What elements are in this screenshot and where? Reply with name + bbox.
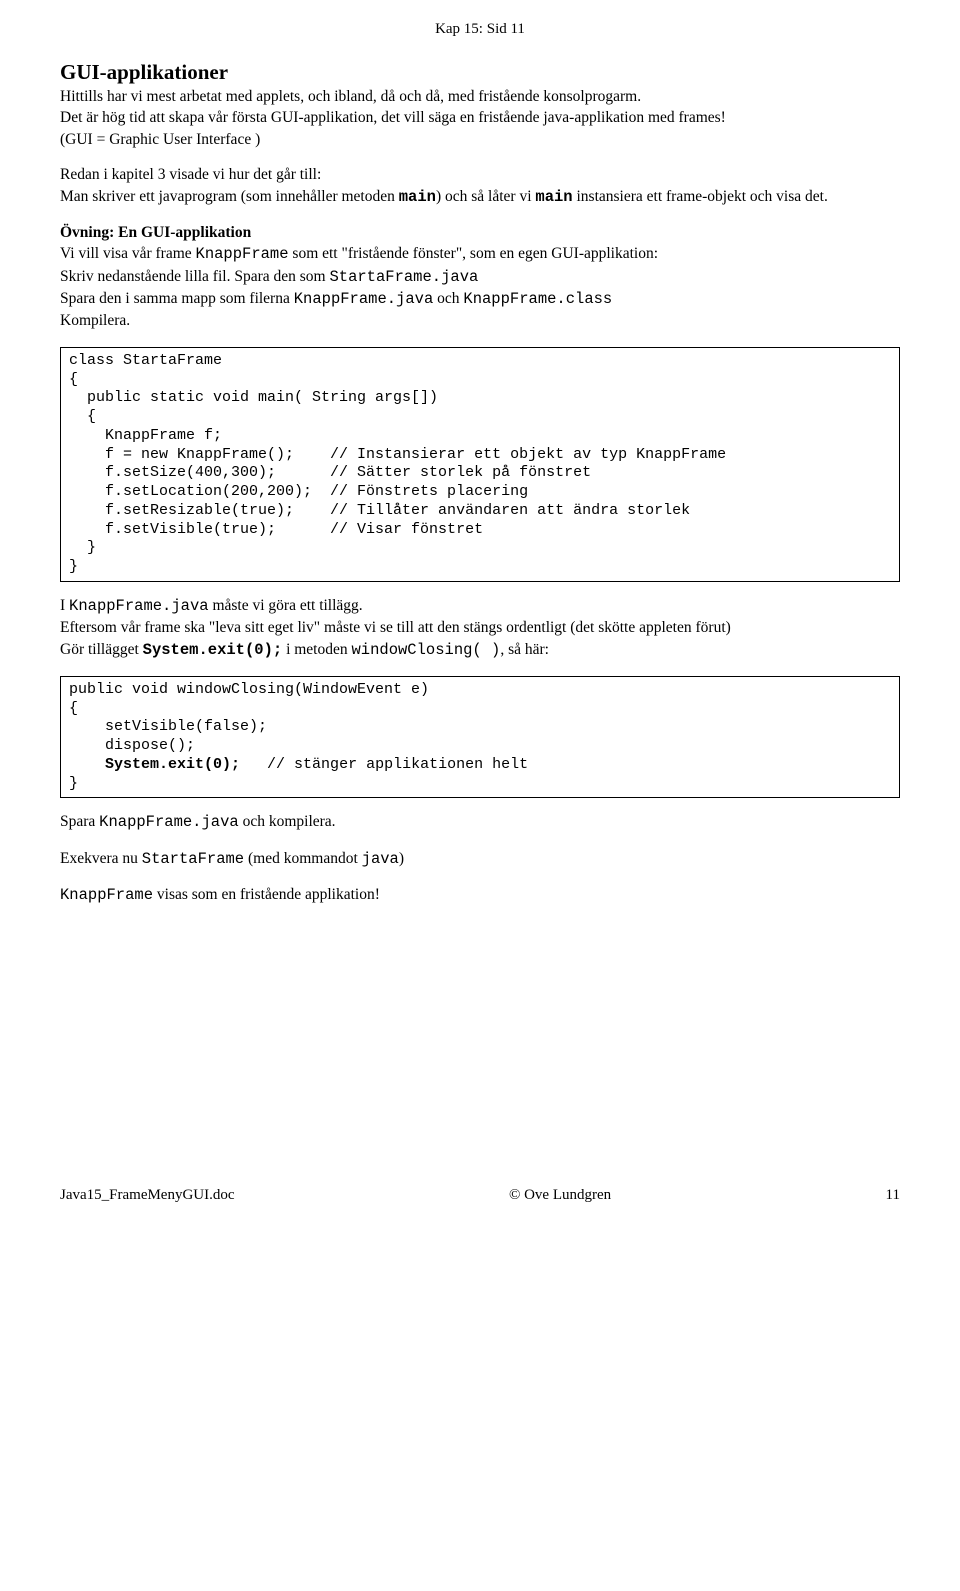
exercise-line3: Spara den i samma mapp som filerna Knapp… [60,289,900,309]
followup-line2: Eftersom vår frame ska "leva sitt eget l… [60,618,900,637]
exercise-line2: Skriv nedanstående lilla fil. Spara den … [60,267,900,287]
recap-line1: Redan i kapitel 3 visade vi hur det går … [60,165,900,184]
intro-line1: Hittills har vi mest arbetat med applets… [60,87,900,106]
result-line: KnappFrame visas som en fristående appli… [60,885,900,905]
code-text-bold: System.exit(0); [105,756,240,773]
followup-block: I KnappFrame.java måste vi göra ett till… [60,596,900,660]
text: Man skriver ett javaprogram (som innehål… [60,188,399,205]
exercise-line4: Kompilera. [60,311,900,330]
recap-paragraph: Redan i kapitel 3 visade vi hur det går … [60,165,900,207]
intro-paragraph: Hittills har vi mest arbetat med applets… [60,87,900,149]
code-inline: KnappFrame.java [69,597,209,615]
followup-line3: Gör tillägget System.exit(0); i metoden … [60,640,900,660]
intro-line2: Det är hög tid att skapa vår första GUI-… [60,108,900,127]
exercise-heading: Övning: En GUI-applikation [60,224,251,241]
footer-right: 11 [886,1186,900,1205]
text: ) och så låter vi [436,188,535,205]
code-inline: StartaFrame [142,850,244,868]
intro-line3: (GUI = Graphic User Interface ) [60,130,900,149]
text: Skriv nedanstående lilla fil. Spara den … [60,268,329,285]
text: I [60,597,69,614]
text: i metoden [282,641,351,658]
text: ) [399,850,404,867]
text: måste vi göra ett tillägg. [209,597,363,614]
code-inline: System.exit(0); [143,641,283,659]
code-inline: main [399,188,436,206]
recap-line2: Man skriver ett javaprogram (som innehål… [60,187,900,207]
execute-line: Exekvera nu StartaFrame (med kommandot j… [60,849,900,869]
code-inline: windowClosing( ) [352,641,501,659]
section-title: GUI-applikationer [60,59,900,85]
text: visas som en fristående applikation! [153,886,380,903]
text: som ett "fristående fönster", som en ege… [289,245,659,262]
text: , så här: [500,641,549,658]
page-header: Kap 15: Sid 11 [60,20,900,39]
text: Exekvera nu [60,850,142,867]
code-block-1: class StartaFrame { public static void m… [60,347,900,582]
footer-center: © Ove Lundgren [509,1186,611,1205]
text: och [433,290,463,307]
text: (med kommandot [244,850,362,867]
code-inline: java [362,850,399,868]
text: Spara den i samma mapp som filerna [60,290,294,307]
text: Gör tillägget [60,641,143,658]
exercise-block: Övning: En GUI-applikation Vi vill visa … [60,223,900,331]
code-block-2: public void windowClosing(WindowEvent e)… [60,676,900,799]
code-inline: KnappFrame [60,886,153,904]
page-footer: Java15_FrameMenyGUI.doc © Ove Lundgren 1… [60,1186,900,1205]
footer-left: Java15_FrameMenyGUI.doc [60,1186,235,1205]
followup-line1: I KnappFrame.java måste vi göra ett till… [60,596,900,616]
text: Spara [60,813,99,830]
code-inline: main [535,188,572,206]
code-inline: KnappFrame.class [463,290,612,308]
save-line: Spara KnappFrame.java och kompilera. [60,812,900,832]
exercise-line1: Vi vill visa vår frame KnappFrame som et… [60,244,900,264]
code-inline: KnappFrame [196,245,289,263]
code-inline: KnappFrame.java [99,813,239,831]
text: Vi vill visa vår frame [60,245,196,262]
code-inline: StartaFrame.java [329,268,478,286]
text: och kompilera. [239,813,336,830]
code-inline: KnappFrame.java [294,290,434,308]
text: instansiera ett frame-objekt och visa de… [573,188,828,205]
